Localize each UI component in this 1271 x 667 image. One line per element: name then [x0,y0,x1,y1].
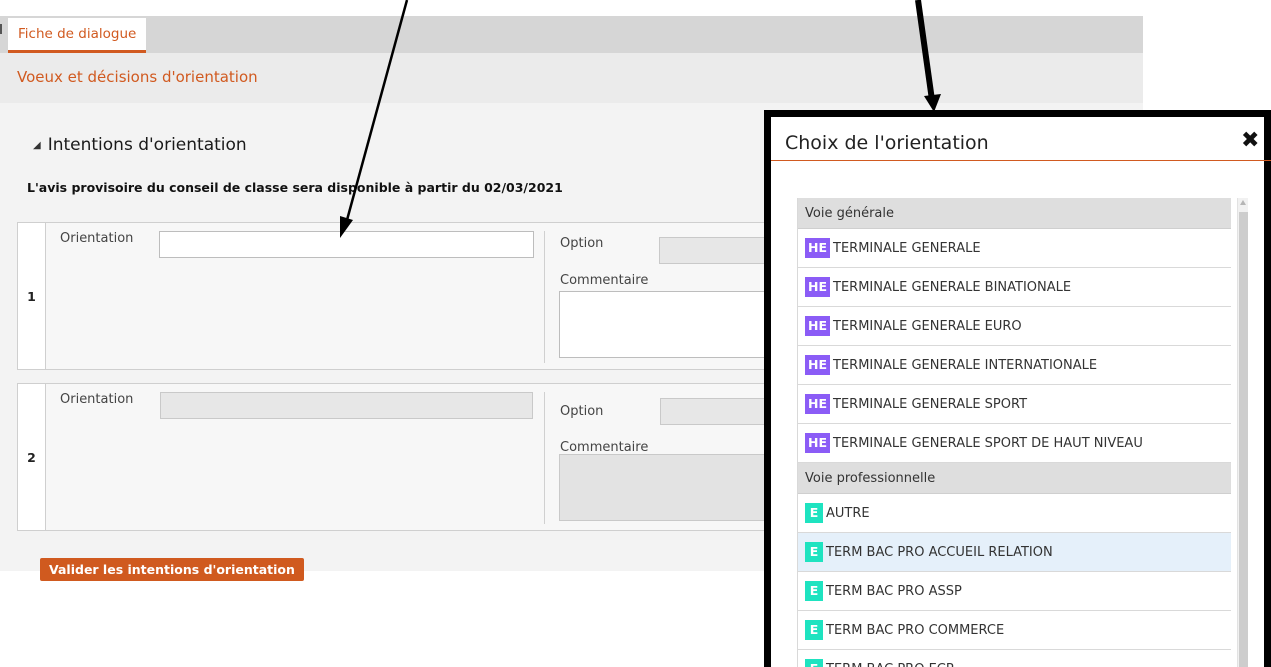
orientation-option[interactable]: HE TERMINALE GENERALE BINATIONALE [798,268,1231,307]
scrollbar-thumb[interactable] [1239,212,1248,667]
orientation-option[interactable]: E TERM BAC PRO ACCUEIL RELATION [798,533,1231,572]
level-badge: HE [805,433,831,453]
orientation-option[interactable]: E AUTRE [798,494,1231,533]
level-badge: E [805,503,823,523]
screenshot-stage: Fiche de dialogue Voeux et décisions d'o… [0,0,1271,667]
option-label: TERMINALE GENERALE INTERNATIONALE [833,357,1098,373]
group-header: Voie professionnelle [798,463,1231,494]
level-badge: HE [805,238,831,258]
level-badge: E [805,581,823,601]
arrow-to-modal [915,0,941,112]
option-label: TERMINALE GENERALE EURO [833,318,1022,334]
scroll-up-arrow-icon[interactable] [1240,200,1246,205]
option-label: TERMINALE GENERALE SPORT [833,396,1028,412]
option-label: AUTRE [826,505,870,521]
orientation-option[interactable]: HE TERMINALE GENERALE SPORT DE HAUT NIVEA… [798,424,1231,463]
close-icon[interactable]: ✖ [1241,130,1259,152]
orientation-option[interactable]: ETERM BAC PRO ECP [798,650,1231,667]
level-badge: HE [805,277,831,297]
orientation-list: Voie générale HE TERMINALE GENERALE HE TERMI… [797,198,1231,667]
orientation-choice-modal: Choix de l'orientation ✖ Voie générale HE… [764,110,1271,667]
level-badge: E [805,542,823,562]
modal-header: Choix de l'orientation ✖ [771,117,1271,161]
orientation-option[interactable]: HE TERMINALE GENERALE EURO [798,307,1231,346]
option-label: TERMINALE GENERALE [833,240,981,256]
orientation-option[interactable]: E TERM BAC PRO ASSP [798,572,1231,611]
modal-title: Choix de l'orientation [785,132,989,154]
orientation-option[interactable]: HE TERMINALE GENERALE SPORT [798,385,1231,424]
option-label: TERM BAC PRO ACCUEIL RELATION [826,544,1053,560]
orientation-option[interactable]: HE TERMINALE GENERALE INTERNATIONALE [798,346,1231,385]
level-badge: HE [805,394,831,414]
level-badge: E [805,659,823,667]
level-badge: E [805,620,823,640]
level-badge: HE [805,316,831,336]
option-label: TERMINALE GENERALE SPORT DE HAUT NIVEAU [833,435,1143,451]
arrow-to-orientation-input [340,0,409,238]
level-badge: HE [805,355,831,375]
option-label: TERM BAC PRO ASSP [826,583,962,599]
group-header: Voie générale [798,198,1231,229]
orientation-option[interactable]: HE TERMINALE GENERALE [798,229,1231,268]
option-label: TERM BAC PRO ECP [826,662,954,667]
list-scrollbar[interactable] [1237,198,1248,667]
option-label: TERMINALE GENERALE BINATIONALE [833,279,1072,295]
orientation-option[interactable]: E TERM BAC PRO COMMERCE [798,611,1231,650]
option-label: TERM BAC PRO COMMERCE [826,622,1005,638]
